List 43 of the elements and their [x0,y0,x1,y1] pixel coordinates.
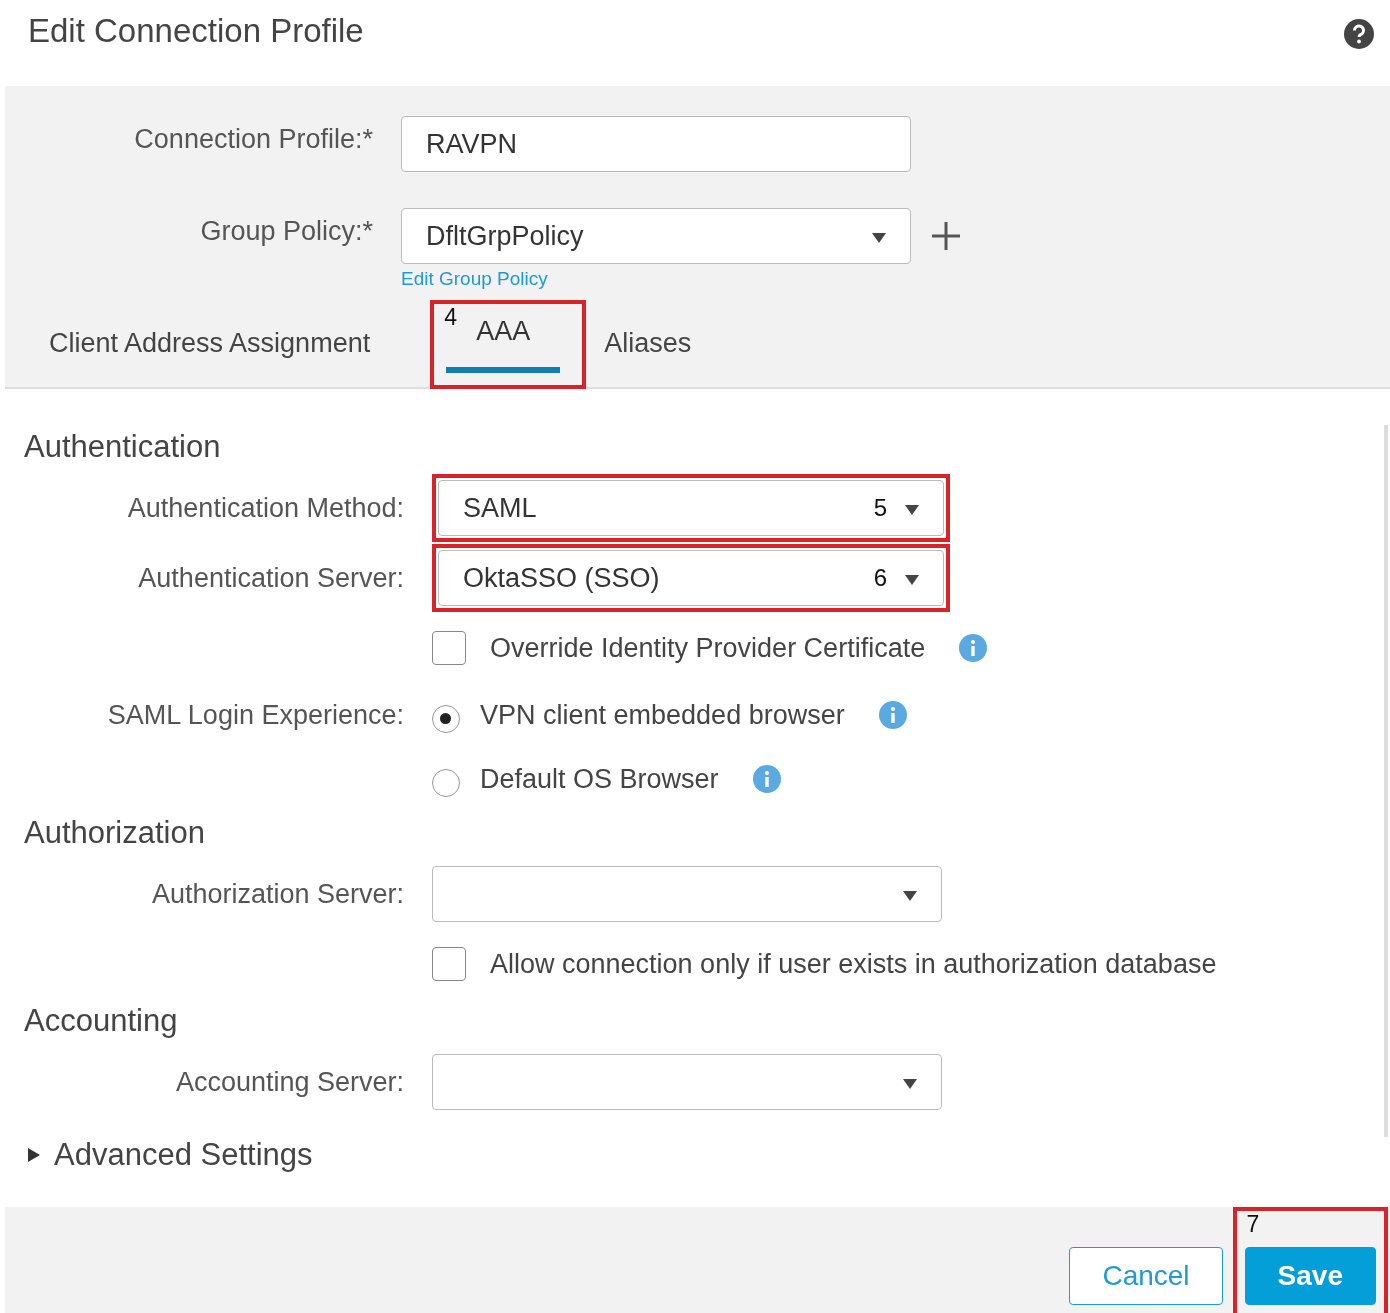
section-heading: Accounting [24,1003,179,1039]
scrollbar[interactable] [1384,425,1388,1137]
section-heading: Authentication [24,429,222,465]
caret-icon [903,891,917,901]
field-label: Connection Profile:* [133,123,373,155]
select-field[interactable] [432,1054,942,1110]
checkbox-label: Allow connection only if user exists in authorization database [490,948,1217,980]
checkbox[interactable] [432,631,466,665]
info-icon[interactable] [752,765,781,793]
step-number: 5 [873,494,887,522]
caret-icon [905,505,919,515]
select-field[interactable]: OktaSSO (SSO) 6 [438,550,944,606]
text-field[interactable]: RAVPN [401,116,911,172]
radio-button[interactable] [432,705,460,733]
field-label: SAML Login Experience: [106,699,404,731]
tab[interactable]: Client Address Assignment [43,328,377,389]
radio-label: Default OS Browser [480,763,719,795]
field-label: Authentication Method: [126,492,404,524]
plus-icon[interactable] [931,221,961,251]
checkbox-label: Override Identity Provider Certificate [490,632,926,664]
caret-icon [905,575,919,585]
tab[interactable]: Aliases [598,328,698,389]
field-label: Authorization Server: [150,878,404,910]
caret-icon [903,1079,917,1089]
field-label: Authentication Server: [137,562,404,594]
select-field[interactable]: DfltGrpPolicy [401,208,911,264]
caret-right-icon [28,1148,40,1162]
step-number: 7 [1246,1211,1260,1238]
select-field[interactable] [432,866,942,922]
field-label: Accounting Server: [174,1066,404,1098]
caret-icon [872,233,886,243]
section-heading: Authorization [24,815,206,851]
checkbox[interactable] [432,947,466,981]
radio-button[interactable] [432,769,460,797]
info-icon[interactable] [878,701,907,729]
radio-label: VPN client embedded browser [480,699,845,731]
select-field[interactable]: SAML 5 [438,480,944,536]
dialog-title: Edit Connection Profile [28,12,364,50]
help-icon[interactable] [1344,19,1374,49]
field-label: Group Policy:* [199,215,373,247]
step-number: 6 [873,564,887,592]
info-icon[interactable] [959,634,988,662]
advanced-settings-toggle[interactable]: Advanced Settings [24,1137,313,1173]
